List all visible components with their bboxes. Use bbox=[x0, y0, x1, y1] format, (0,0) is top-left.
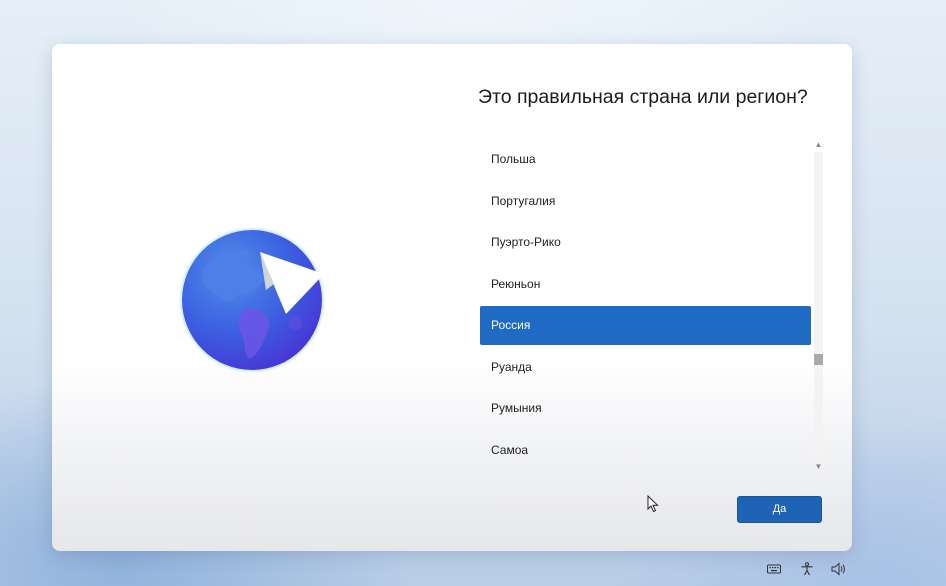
list-item-label: Пуэрто-Рико bbox=[491, 235, 561, 249]
list-item-label: Самоа bbox=[491, 443, 529, 457]
keyboard-icon[interactable] bbox=[767, 562, 781, 580]
list-item[interactable]: Польша bbox=[480, 140, 811, 179]
list-item-selected[interactable]: Россия bbox=[480, 306, 811, 345]
oobe-window: Это правильная страна или регион? Польша… bbox=[52, 44, 852, 551]
accessibility-icon[interactable] bbox=[800, 562, 814, 581]
list-item[interactable]: Руанда bbox=[480, 348, 811, 387]
list-item[interactable]: Португалия bbox=[480, 182, 811, 221]
list-item-label: Россия bbox=[491, 318, 531, 332]
list-item-label: Румыния bbox=[491, 401, 542, 415]
page-title: Это правильная страна или регион? bbox=[478, 86, 808, 108]
volume-icon[interactable] bbox=[831, 562, 847, 581]
scroll-down-icon[interactable]: ▼ bbox=[813, 462, 824, 472]
globe-illustration bbox=[178, 226, 326, 374]
list-item[interactable]: Реюньон bbox=[480, 265, 811, 304]
list-scrollbar[interactable]: ▲ ▼ bbox=[813, 140, 824, 474]
globe-icon bbox=[178, 226, 326, 374]
scroll-thumb[interactable] bbox=[814, 354, 823, 365]
list-item-label: Руанда bbox=[491, 360, 532, 374]
country-list[interactable]: Польша Португалия Пуэрто-Рико Реюньон Ро… bbox=[480, 140, 826, 474]
list-item[interactable]: Румыния bbox=[480, 389, 811, 428]
list-item-label: Польша bbox=[491, 152, 536, 166]
yes-button[interactable]: Да bbox=[737, 496, 822, 523]
list-item-label: Португалия bbox=[491, 194, 556, 208]
list-item[interactable]: Самоа bbox=[480, 431, 811, 470]
scroll-up-icon[interactable]: ▲ bbox=[813, 140, 824, 150]
mouse-cursor-icon bbox=[647, 494, 659, 518]
list-item[interactable]: Пуэрто-Рико bbox=[480, 223, 811, 262]
list-item-label: Реюньон bbox=[491, 277, 541, 291]
scroll-track[interactable] bbox=[814, 152, 823, 462]
